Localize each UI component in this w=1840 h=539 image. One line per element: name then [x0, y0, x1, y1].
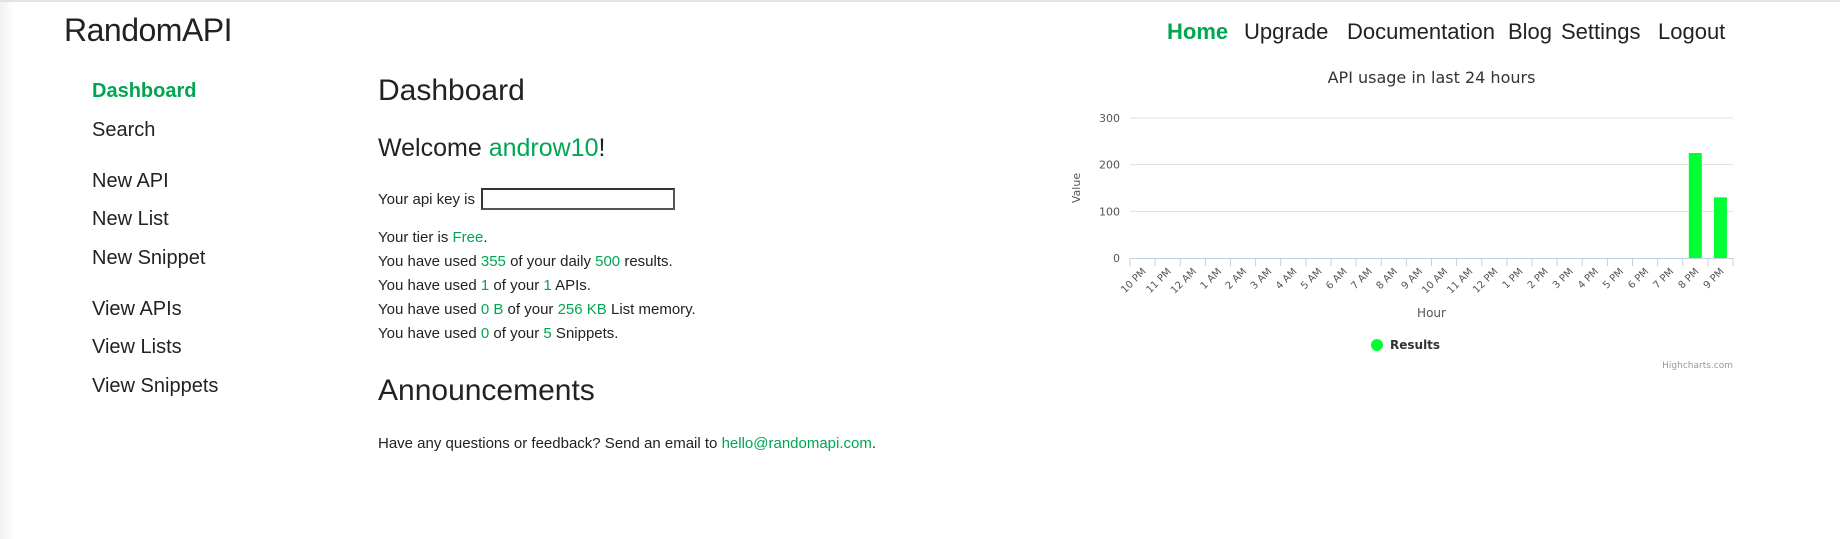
memory-limit: 256 KB [557, 301, 607, 318]
sidebar-item-search[interactable]: Search [92, 119, 155, 142]
welcome-suffix: ! [598, 134, 606, 162]
left-shade [0, 2, 14, 539]
text: Have any questions or feedback? Send an … [378, 435, 722, 452]
text: You have used [378, 253, 481, 270]
text: Snippets. [551, 325, 619, 342]
results-usage-line: You have used 355 of your daily 500 resu… [378, 253, 673, 270]
memory-used: 0 B [480, 301, 504, 318]
x-tick-label: 2 AM [1224, 266, 1249, 291]
text: Your tier is [378, 229, 453, 246]
logo[interactable]: RandomAPI [64, 12, 233, 49]
x-tick-label: 1 PM [1501, 266, 1526, 291]
tier-value: Free [452, 229, 484, 246]
x-tick-label: 12 AM [1169, 266, 1199, 296]
x-tick-label: 4 PM [1576, 266, 1601, 291]
sidebar-item-new-snippet[interactable]: New Snippet [92, 247, 205, 270]
x-tick-label: 7 AM [1349, 266, 1374, 291]
sidebar-item-new-api[interactable]: New API [92, 170, 169, 193]
announcements-heading: Announcements [378, 374, 595, 407]
results-limit: 500 [595, 253, 621, 270]
x-tick-label: 5 PM [1601, 266, 1626, 291]
text: You have used [378, 325, 481, 342]
x-tick-label: 10 AM [1420, 266, 1450, 296]
y-tick-label: 0 [1113, 252, 1120, 265]
results-used: 355 [480, 253, 506, 270]
nav-blog[interactable]: Blog [1508, 19, 1552, 45]
x-tick-label: 6 AM [1324, 266, 1349, 291]
x-tick-label: 11 AM [1445, 266, 1475, 296]
sidebar-item-view-snippets[interactable]: View Snippets [92, 375, 218, 398]
x-tick-label: 3 AM [1249, 266, 1274, 291]
x-tick-label: 5 AM [1299, 266, 1324, 291]
bar [1688, 153, 1702, 258]
x-tick-label: 3 PM [1551, 266, 1576, 291]
api-key-field[interactable] [481, 188, 675, 210]
snippets-limit: 5 [543, 325, 552, 342]
text: You have used [378, 301, 481, 318]
y-tick-label: 100 [1099, 205, 1120, 218]
email-link[interactable]: hello@randomapi.com [722, 435, 872, 452]
welcome-heading: Welcome androw10! [378, 134, 605, 163]
x-tick-label: 8 AM [1374, 266, 1399, 291]
text: APIs. [551, 277, 591, 294]
bar [1713, 197, 1727, 258]
x-tick-label: 10 PM [1119, 266, 1148, 295]
y-tick-label: 200 [1099, 159, 1120, 172]
text: of your [489, 325, 544, 342]
username: androw10 [488, 134, 599, 162]
y-axis-title: Value [1070, 173, 1083, 203]
legend-item-results: Results [1390, 338, 1440, 352]
sidebar-item-dashboard[interactable]: Dashboard [92, 80, 196, 103]
x-tick-label: 6 PM [1626, 266, 1651, 291]
x-tick-label: 8 PM [1677, 266, 1702, 291]
x-tick-label: 11 PM [1144, 266, 1173, 295]
top-border [0, 0, 1840, 2]
text: of your daily [505, 253, 596, 270]
chart-title: API usage in last 24 hours [1328, 68, 1536, 87]
nav-documentation[interactable]: Documentation [1347, 19, 1495, 45]
page-title: Dashboard [378, 74, 525, 107]
tier-line: Your tier is Free. [378, 229, 488, 246]
announcement-text: Have any questions or feedback? Send an … [378, 435, 876, 452]
text: of your [489, 277, 544, 294]
highcharts-credits: Highcharts.com [1662, 361, 1733, 371]
x-tick-label: 9 PM [1702, 266, 1727, 291]
apis-used: 1 [480, 277, 490, 294]
text: . [871, 435, 877, 452]
sidebar-item-new-list[interactable]: New List [92, 208, 169, 231]
x-axis-title: Hour [1417, 306, 1446, 320]
api-usage-chart: API usage in last 24 hours 0 100 200 300 Valu… [1070, 68, 1734, 371]
nav-upgrade[interactable]: Upgrade [1244, 19, 1328, 45]
memory-usage-line: You have used 0 B of your 256 KB List me… [378, 301, 696, 318]
nav-home[interactable]: Home [1167, 19, 1228, 45]
apis-usage-line: You have used 1 of your 1 APIs. [378, 277, 591, 294]
x-tick-label: 2 PM [1526, 266, 1551, 291]
text: . [483, 229, 488, 246]
sidebar-item-view-apis[interactable]: View APIs [92, 298, 182, 321]
snippets-used: 0 [480, 325, 490, 342]
x-tick-label: 7 PM [1651, 266, 1676, 291]
api-key-label: Your api key is [378, 191, 476, 208]
sidebar-item-view-lists[interactable]: View Lists [92, 336, 182, 359]
welcome-prefix: Welcome [378, 134, 489, 162]
x-tick-label: 1 AM [1199, 266, 1224, 291]
apis-limit: 1 [543, 277, 552, 294]
y-tick-label: 300 [1099, 112, 1120, 125]
x-tick-label: 4 AM [1274, 266, 1299, 291]
x-tick-label: 12 PM [1471, 266, 1500, 295]
nav-settings[interactable]: Settings [1561, 19, 1641, 45]
text: of your [503, 301, 558, 318]
nav-logout[interactable]: Logout [1658, 19, 1725, 45]
snippets-usage-line: You have used 0 of your 5 Snippets. [378, 325, 618, 342]
text: You have used [378, 277, 481, 294]
text: List memory. [606, 301, 696, 318]
text: results. [620, 253, 673, 270]
legend-marker [1371, 339, 1383, 351]
